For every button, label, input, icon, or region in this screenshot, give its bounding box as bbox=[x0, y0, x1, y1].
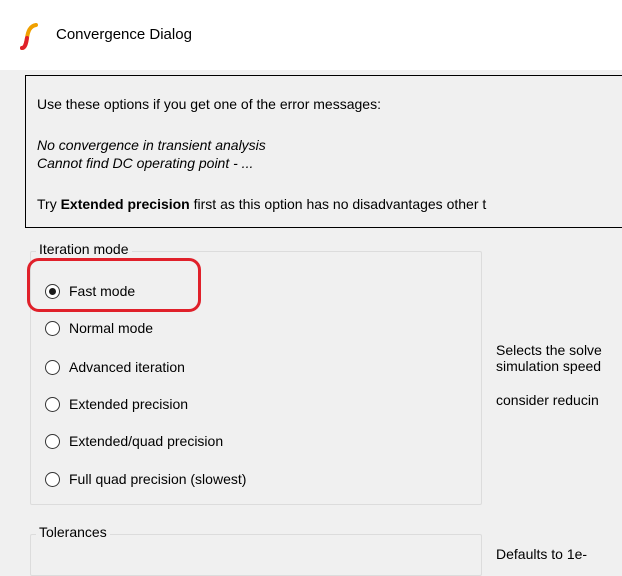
iteration-description-3: consider reducin bbox=[496, 392, 599, 408]
info-try: Try Extended precision first as this opt… bbox=[37, 196, 486, 212]
try-prefix: Try bbox=[37, 196, 61, 212]
iteration-mode-title: Iteration mode bbox=[36, 241, 132, 257]
radio-full-quad-precision[interactable]: Full quad precision (slowest) bbox=[45, 467, 246, 491]
try-suffix: first as this option has no disadvantage… bbox=[189, 196, 487, 212]
radio-fast-mode[interactable]: Fast mode bbox=[45, 279, 135, 303]
radio-extended-precision[interactable]: Extended precision bbox=[45, 392, 188, 416]
info-intro: Use these options if you get one of the … bbox=[37, 96, 381, 112]
try-bold: Extended precision bbox=[60, 196, 190, 212]
radio-label: Advanced iteration bbox=[69, 359, 185, 375]
radio-label: Extended precision bbox=[69, 396, 189, 412]
radio-button[interactable] bbox=[45, 283, 60, 299]
tolerances-description: Defaults to 1e- bbox=[496, 546, 588, 562]
ltspice-logo-icon bbox=[20, 23, 38, 50]
tolerances-group bbox=[30, 534, 482, 576]
radio-button[interactable] bbox=[45, 471, 60, 487]
radio-button[interactable] bbox=[45, 359, 60, 375]
radio-extended-quad-precision[interactable]: Extended/quad precision bbox=[45, 429, 223, 453]
iteration-description-2: simulation speed bbox=[496, 358, 602, 374]
radio-advanced-iteration[interactable]: Advanced iteration bbox=[45, 355, 185, 379]
radio-label: Fast mode bbox=[69, 283, 136, 299]
window-title: Convergence Dialog bbox=[56, 26, 192, 43]
tolerances-title: Tolerances bbox=[36, 524, 110, 540]
error-message-2: Cannot find DC operating point - ... bbox=[37, 155, 254, 171]
radio-button[interactable] bbox=[45, 433, 60, 449]
radio-label: Normal mode bbox=[69, 320, 154, 336]
radio-label: Full quad precision (slowest) bbox=[69, 471, 247, 487]
radio-button[interactable] bbox=[45, 396, 60, 412]
radio-label: Extended/quad precision bbox=[69, 433, 224, 449]
title-bar: Convergence Dialog bbox=[0, 0, 622, 70]
info-panel: Use these options if you get one of the … bbox=[25, 75, 622, 228]
radio-button[interactable] bbox=[45, 320, 60, 336]
error-message-1: No convergence in transient analysis bbox=[37, 137, 266, 153]
radio-normal-mode[interactable]: Normal mode bbox=[45, 316, 153, 340]
iteration-description-1: Selects the solve bbox=[496, 342, 602, 358]
